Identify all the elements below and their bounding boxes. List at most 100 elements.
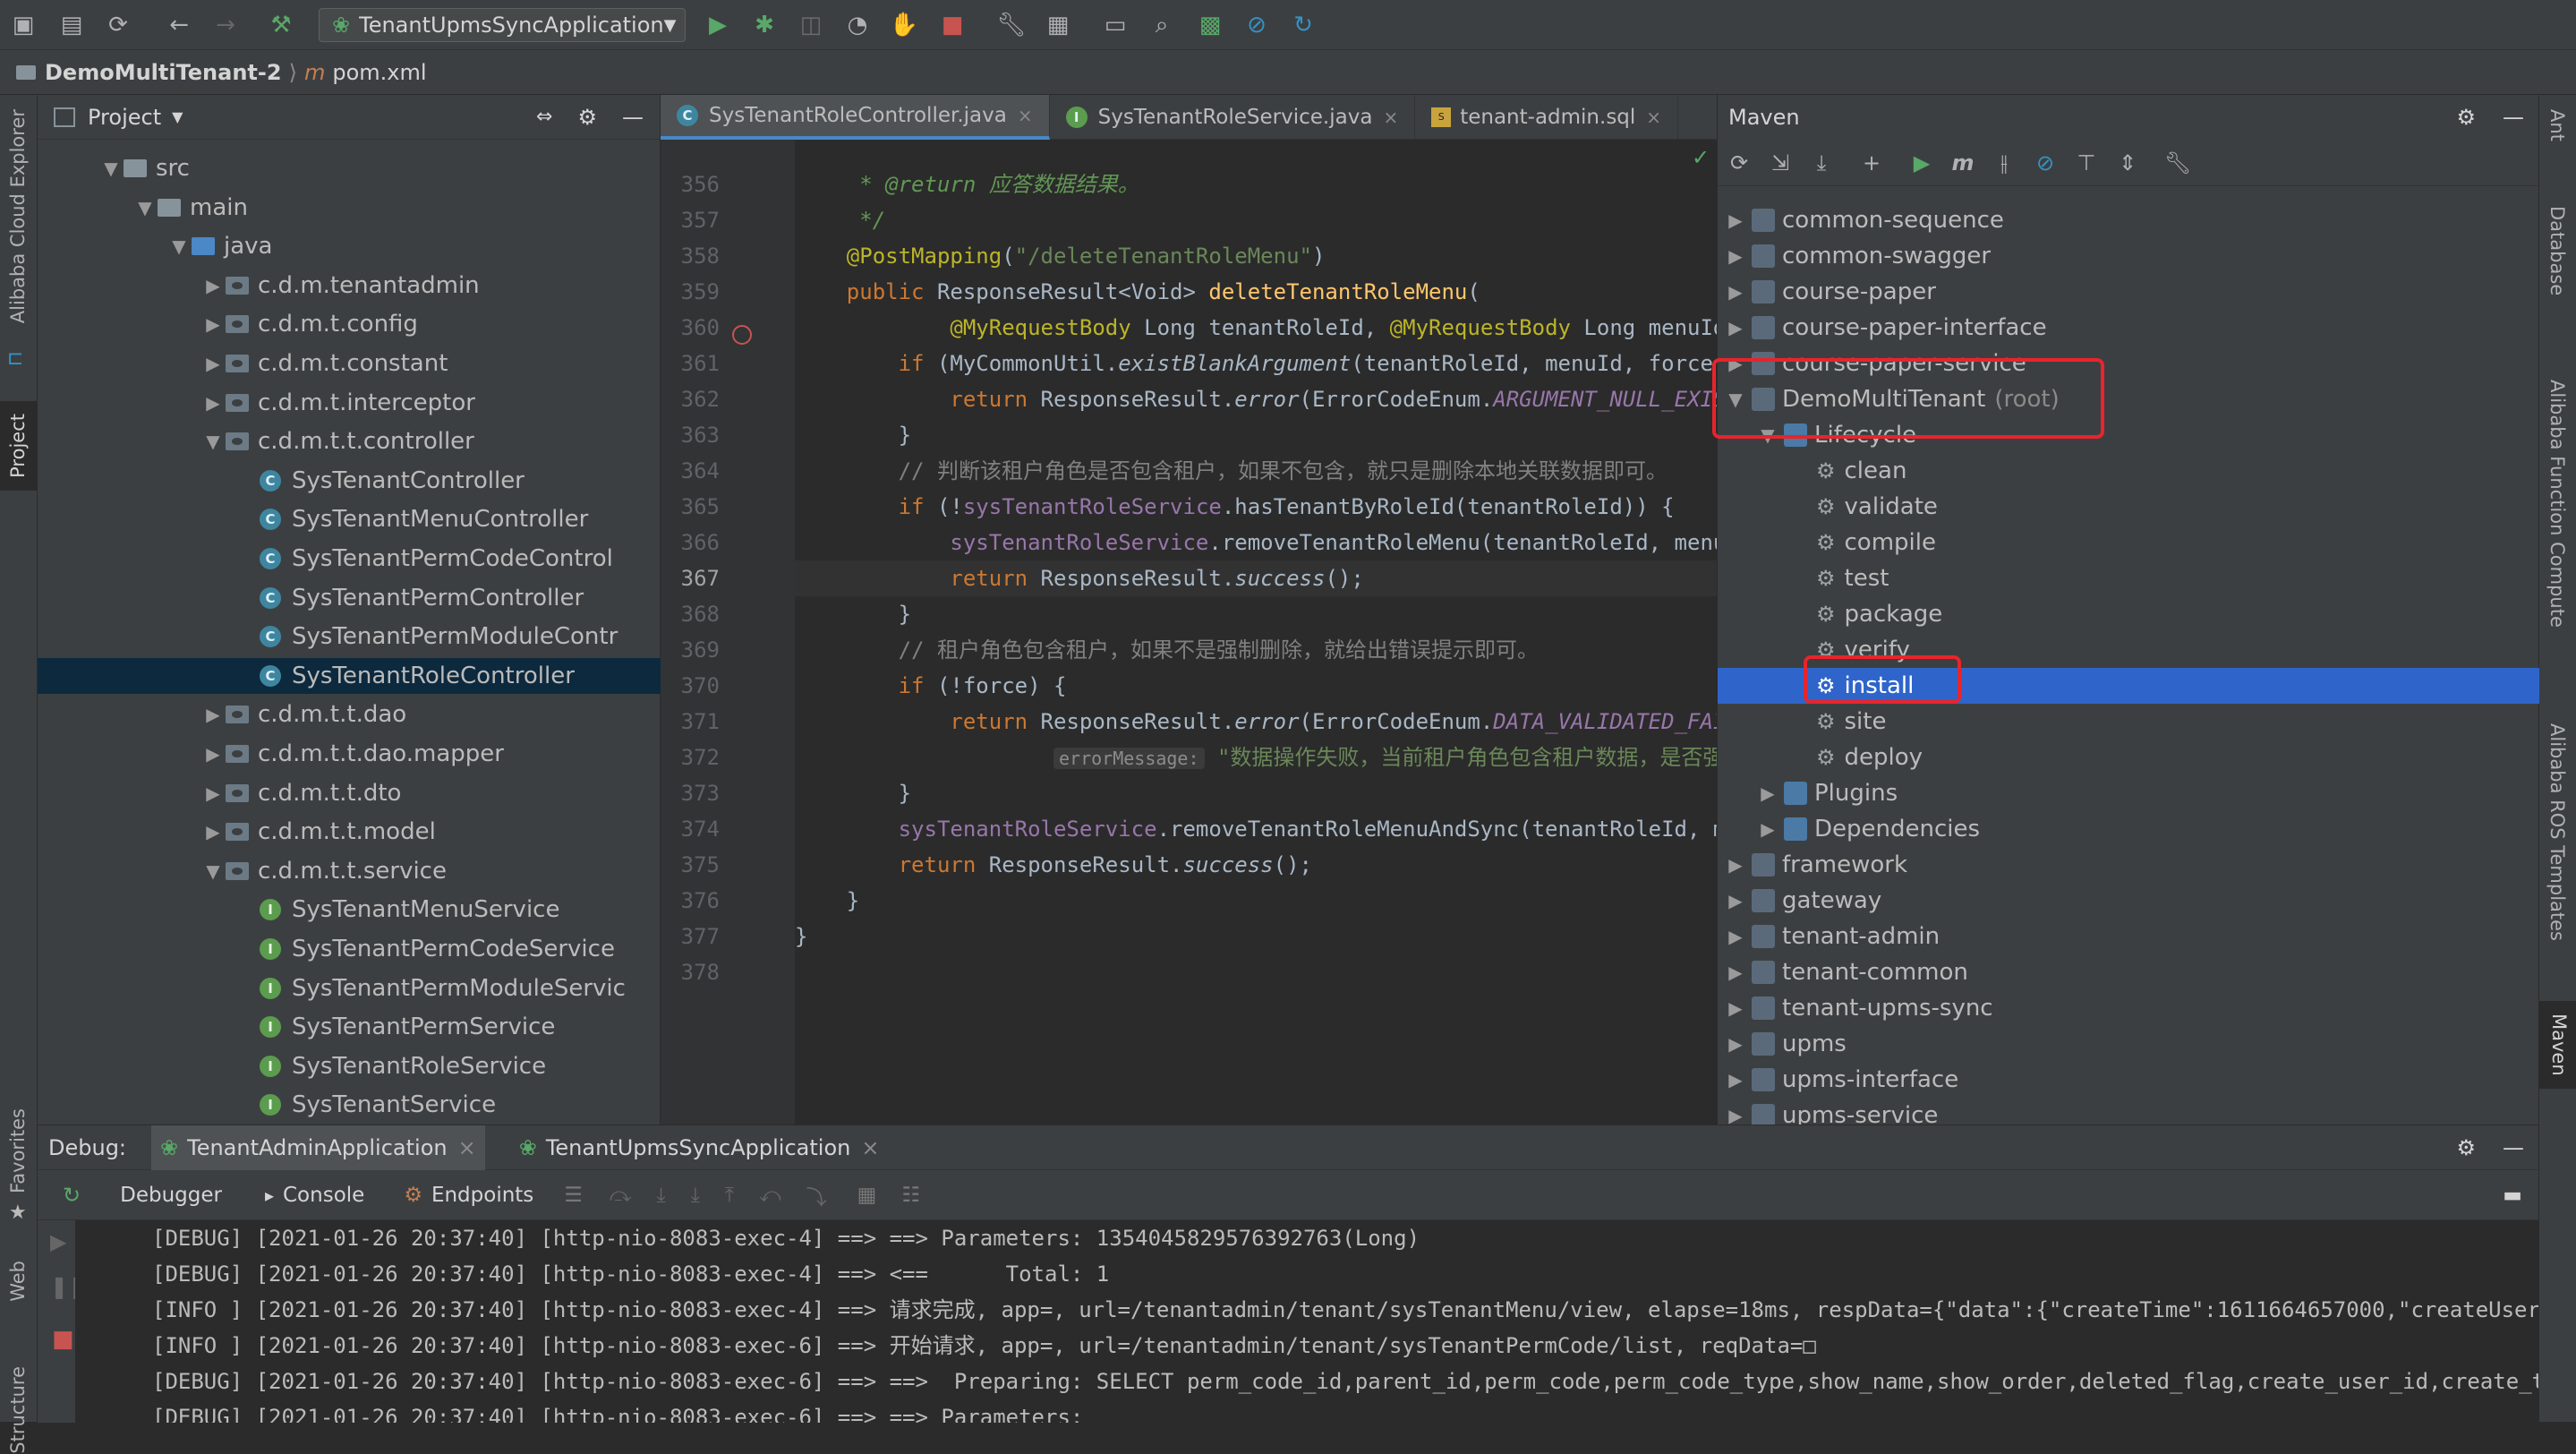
database-tool-tab[interactable]: Database [2546,206,2568,295]
minimize-icon[interactable]: — [622,105,644,130]
tree-item[interactable]: ▼ main [38,190,661,226]
chevron-icon[interactable]: ▶ [1719,1033,1752,1055]
build-icon[interactable]: ⚒ [265,9,297,41]
chevron-icon[interactable]: ▶ [200,275,226,296]
alibaba-cloud-explorer-tab[interactable]: Alibaba Cloud Explorer [7,109,29,323]
code-line[interactable]: errorMessage: "数据操作失败，当前租户角色包含租户数据，是否强制删… [795,740,1717,775]
chevron-icon[interactable]: ▼ [132,197,158,218]
code-line[interactable]: */ [795,202,1717,238]
wrench-icon[interactable]: 🔧︎ [995,9,1028,41]
profile-icon[interactable]: ◔ [841,9,874,41]
maven-tree-item[interactable]: ▶ tenant-common [1718,954,2539,990]
run-configuration-select[interactable]: ❀ TenantUpmsSyncApplication ▼ [319,8,686,42]
maven-tree-item[interactable]: ▶ upms [1718,1026,2539,1062]
breadcrumb-file[interactable]: pom.xml [332,60,426,85]
close-icon[interactable]: × [458,1135,476,1160]
chevron-icon[interactable]: ▶ [200,743,226,765]
project-panel-title[interactable]: Project [88,105,161,130]
chevron-icon[interactable]: ▶ [1719,926,1752,947]
code-line[interactable]: return ResponseResult.success(); [795,560,1717,596]
tab-debugger[interactable]: Debugger [120,1184,222,1207]
show-dependencies-icon[interactable]: ⊤ [2072,149,2101,177]
tree-item[interactable]: C SysTenantPermModuleContr [38,619,661,654]
maven-tree-item[interactable]: ▶ framework [1718,847,2539,883]
minimize-icon[interactable]: — [2503,1135,2524,1160]
chevron-icon[interactable]: ▶ [1719,962,1752,983]
search-icon[interactable]: ⌕ [1146,9,1178,41]
skip-tests-icon[interactable]: ⊘ [2031,149,2060,177]
chevron-icon[interactable]: ▶ [200,783,226,804]
close-icon[interactable]: × [1646,107,1661,128]
chevron-icon[interactable]: ▶ [1719,317,1752,338]
structure-tool-tab[interactable]: Structure [7,1366,29,1454]
chevron-icon[interactable]: ▶ [1752,783,1784,804]
gear-icon[interactable]: ⚙ [2456,105,2476,130]
maven-tree-item[interactable]: ▶ common-sequence [1718,202,2539,238]
maven-tree-item[interactable]: ⚙ validate [1718,489,2539,525]
coverage-icon[interactable]: ◫ [795,9,827,41]
chevron-icon[interactable]: ▼ [98,158,124,179]
code-line[interactable]: // 租户角色包含租户，如果不是强制删除，就给出错误提示即可。 [795,632,1717,668]
tree-item[interactable]: C SysTenantMenuController [38,501,661,537]
close-icon[interactable]: × [861,1135,879,1160]
menu-icon[interactable]: ☰ [564,1184,583,1207]
chevron-icon[interactable]: ▼ [200,431,226,452]
layout-icon[interactable]: ▬ [2503,1184,2522,1207]
chevron-icon[interactable]: ▶ [1719,281,1752,303]
tree-item[interactable]: ▶ c.d.m.t.t.model [38,814,661,850]
resume-icon[interactable]: ▶ [50,1229,66,1254]
code-line[interactable]: } [795,919,1717,954]
code-line[interactable]: // 判断该租户角色是否包含租户，如果不包含，就只是删除本地关联数据即可。 [795,453,1717,489]
project-tool-tab[interactable]: Project [0,401,38,491]
tree-item[interactable]: C SysTenantPermCodeControl [38,541,661,577]
chart-icon[interactable]: ▩ [1194,9,1226,41]
editor-tab[interactable]: C SysTenantRoleController.java × [661,95,1050,140]
tree-item[interactable]: ▼ c.d.m.t.t.controller [38,423,661,459]
debug-session-tab[interactable]: ❀ TenantUpmsSyncApplication × [510,1125,889,1170]
chevron-icon[interactable]: ▶ [200,353,226,374]
save-icon[interactable]: ▤ [55,9,88,41]
gear-icon[interactable]: ⚙ [577,105,597,130]
force-step-into-icon[interactable]: ⤓ [691,1184,700,1207]
code-line[interactable]: * @return 应答数据结果。 [795,167,1717,202]
step-over-icon[interactable]: ⤼ [610,1184,632,1207]
rerun-icon[interactable]: ↻ [63,1183,81,1208]
debug-icon[interactable]: ✱ [748,9,780,41]
chevron-icon[interactable]: ▶ [1719,890,1752,911]
chevron-icon[interactable]: ▶ [200,704,226,725]
terminal-icon[interactable]: ▭ [1099,9,1131,41]
favorites-tool-tab[interactable]: Favorites [7,1108,29,1193]
tree-item[interactable]: ▶ c.d.m.t.constant [38,346,661,381]
gear-icon[interactable]: ⚙ [2456,1135,2476,1160]
breadcrumb-project[interactable]: DemoMultiTenant-2 [45,60,282,85]
generate-sources-icon[interactable]: ⇲ [1766,149,1795,177]
chevron-icon[interactable]: ▶ [1719,997,1752,1019]
chevron-icon[interactable]: ▶ [200,392,226,414]
maven-tree-item[interactable]: ▶ tenant-admin [1718,919,2539,954]
maven-tree-item[interactable]: ▶ gateway [1718,883,2539,919]
code-line[interactable]: return ResponseResult.success(); [795,847,1717,883]
tree-item[interactable]: ▶ c.d.m.t.t.dao [38,697,661,732]
maven-tree-item[interactable]: ⚙ package [1718,596,2539,632]
tree-item[interactable]: ▶ c.d.m.t.config [38,306,661,342]
step-out-icon[interactable]: ⤒ [725,1184,734,1207]
drop-frame-icon[interactable]: ⤺ [759,1184,781,1207]
wrench-icon[interactable]: 🔧︎ [2163,149,2192,177]
tree-item[interactable]: I SysTenantRoleService [38,1048,661,1084]
run-to-cursor-icon[interactable]: ⤵ [806,1180,827,1210]
chevron-down-icon[interactable]: ▼ [172,108,183,125]
maven-tree-item[interactable]: ▶ upms-interface [1718,1062,2539,1098]
maven-tree-item[interactable]: ▶ course-paper [1718,274,2539,310]
tree-item[interactable]: ▼ src [38,150,661,186]
tree-item[interactable]: ▼ java [38,228,661,264]
evaluate-icon[interactable]: ▦ [857,1184,877,1207]
code-line[interactable]: @PostMapping("/deleteTenantRoleMenu") [795,238,1717,274]
tree-item[interactable]: I SysTenantService [38,1087,661,1123]
maven-tree-item[interactable]: ⚙ deploy [1718,740,2539,775]
editor-tab[interactable]: Stenant-admin.sql × [1415,95,1679,140]
code-line[interactable]: if (MyCommonUtil.existBlankArgument(tena… [795,346,1717,381]
web-tool-tab[interactable]: Web [7,1261,29,1302]
run-icon[interactable]: ▶ [1907,149,1936,177]
code-line[interactable]: sysTenantRoleService.removeTenantRoleMen… [795,525,1717,560]
code-line[interactable]: if (!sysTenantRoleService.hasTenantByRol… [795,489,1717,525]
